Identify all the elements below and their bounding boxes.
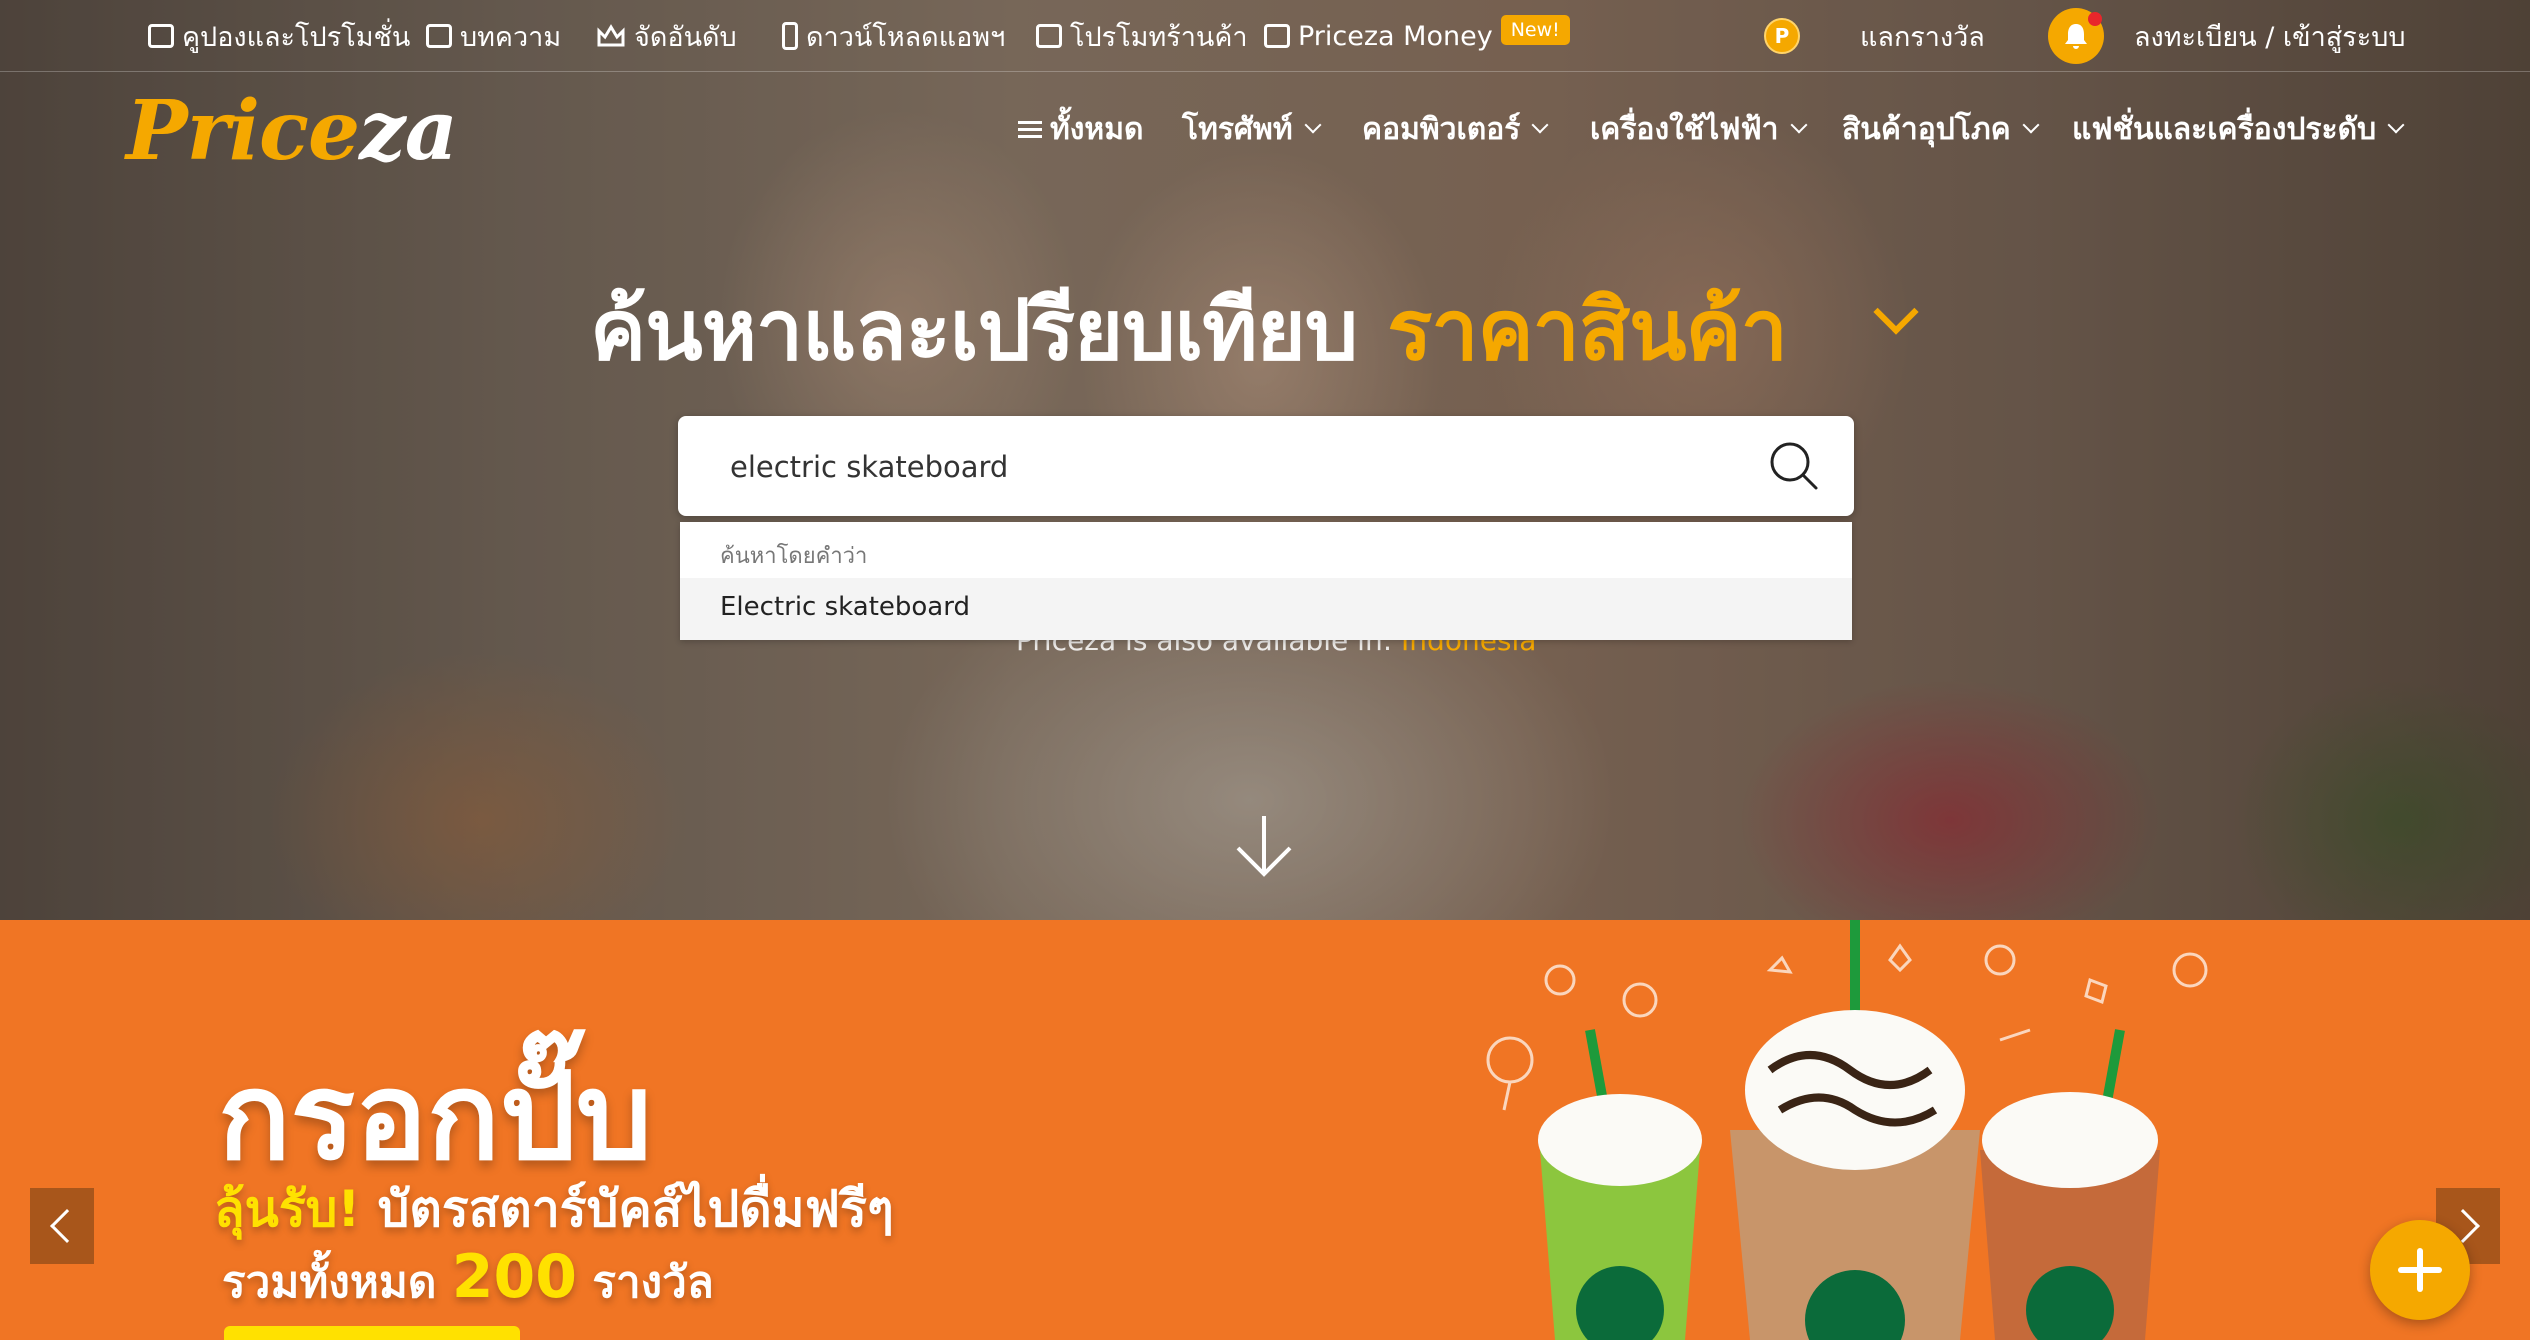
download-app-label: ดาวน์โหลดแอพฯ <box>806 21 1006 53</box>
nav-fashion-label: แฟชั่นและเครื่องประดับ <box>2072 111 2377 147</box>
logo-part2: za <box>359 83 458 179</box>
nav-all-label: ทั้งหมด <box>1050 111 1144 147</box>
coupon-icon <box>148 24 174 48</box>
new-badge: New! <box>1500 15 1570 45</box>
search-box <box>678 416 1854 516</box>
frappuccino-drinks-image <box>1486 920 2208 1340</box>
shop-promo-link[interactable]: โปรโมทร้านค้า <box>1036 0 1248 72</box>
nav-phone[interactable]: โทรศัพท์ <box>1182 104 1322 154</box>
top-bar: คูปองและโปรโมชั่น บทความ จัดอันดับ ดาวน์… <box>0 0 2530 72</box>
shop-promo-label: โปรโมทร้านค้า <box>1070 21 1248 53</box>
nav-phone-label: โทรศัพท์ <box>1182 111 1293 147</box>
hero-headline: ค้นหาและเปรียบเทียบ ราคาสินค้า <box>590 262 1788 396</box>
priceza-logo[interactable]: Priceza <box>126 90 458 172</box>
headline-highlight[interactable]: ราคาสินค้า <box>1387 281 1788 379</box>
phone-icon <box>782 22 798 50</box>
nav-consumer-label: สินค้าอุปโภค <box>1842 111 2011 147</box>
nav-appliances[interactable]: เครื่องใช้ไฟฟ้า <box>1590 104 1808 154</box>
banner-line2: ลุ้นรับ! บัตรสตาร์บัคส์ไปดื่มฟรีๆ <box>214 1170 894 1249</box>
coupons-link[interactable]: คูปองและโปรโมชั่น <box>148 0 410 72</box>
logo-part1: Price <box>126 83 360 179</box>
nav-appliances-label: เครื่องใช้ไฟฟ้า <box>1590 111 1779 147</box>
rewards-link[interactable]: แลกรางวัล <box>1860 0 1985 72</box>
shop-icon <box>1036 24 1062 48</box>
search-icon[interactable] <box>1766 438 1822 494</box>
nav-fashion[interactable]: แฟชั่นและเครื่องประดับ <box>2072 104 2405 154</box>
download-app-link[interactable]: ดาวน์โหลดแอพฯ <box>782 0 1005 72</box>
arrow-down-icon[interactable] <box>1232 812 1296 882</box>
wallet-icon <box>1264 24 1290 48</box>
nav-computer-label: คอมพิวเตอร์ <box>1362 111 1521 147</box>
banner-line2-highlight: ลุ้นรับ! <box>214 1180 361 1238</box>
headline-text: ค้นหาและเปรียบเทียบ <box>590 281 1358 379</box>
suggestion-text: Electric skateboard <box>720 592 970 622</box>
banner-line3-pre: รวมทั้งหมด <box>222 1257 437 1308</box>
banner-line3: รวมทั้งหมด 200 รางวัล <box>222 1242 714 1317</box>
priceza-money-label: Priceza Money <box>1298 20 1493 52</box>
search-suggestions-dropdown: ค้นหาโดยคำว่า Electric skateboard <box>680 522 1852 640</box>
suggestion-item[interactable]: Electric skateboard <box>680 578 1852 640</box>
points-coin-icon[interactable]: P <box>1764 18 1800 54</box>
article-icon <box>426 24 452 48</box>
banner-line3-number: 200 <box>451 1242 577 1312</box>
rewards-label: แลกรางวัล <box>1860 21 1985 53</box>
floating-add-button[interactable] <box>2370 1220 2470 1320</box>
plus-icon <box>2398 1248 2442 1292</box>
articles-link[interactable]: บทความ <box>426 0 561 72</box>
promo-banner[interactable]: กรอกปั๊บ ลุ้นรับ! บัตรสตาร์บัคส์ไปดื่มฟร… <box>0 920 2530 1340</box>
chevron-down-icon <box>1531 116 1549 134</box>
nav-all[interactable]: ทั้งหมด <box>1018 104 1143 154</box>
banner-line2-rest: บัตรสตาร์บัคส์ไปดื่มฟรีๆ <box>377 1180 894 1238</box>
priceza-money-link[interactable]: Priceza Money New! <box>1264 0 1570 72</box>
notification-dot <box>2088 12 2102 26</box>
login-label: ลงทะเบียน / เข้าสู่ระบบ <box>2134 21 2406 53</box>
chevron-down-icon <box>1790 116 1808 134</box>
nav-consumer[interactable]: สินค้าอุปโภค <box>1842 104 2040 154</box>
banner-line3-post: รางวัล <box>592 1257 714 1308</box>
suggest-header: ค้นหาโดยคำว่า <box>720 544 868 569</box>
nav-computer[interactable]: คอมพิวเตอร์ <box>1362 104 1549 154</box>
crown-icon <box>597 24 625 47</box>
chevron-down-icon <box>2022 116 2040 134</box>
login-link[interactable]: ลงทะเบียน / เข้าสู่ระบบ <box>2134 0 2406 72</box>
search-input[interactable] <box>730 442 1730 492</box>
chevron-down-icon <box>2387 116 2405 134</box>
ranking-link[interactable]: จัดอันดับ <box>596 0 737 72</box>
ranking-label: จัดอันดับ <box>634 21 737 53</box>
banner-cta-button[interactable] <box>224 1326 520 1340</box>
coin-letter: P <box>1774 24 1790 48</box>
coupons-label: คูปองและโปรโมชั่น <box>182 21 411 53</box>
hero-section: คูปองและโปรโมชั่น บทความ จัดอันดับ ดาวน์… <box>0 0 2530 920</box>
chevron-down-icon <box>1304 116 1322 134</box>
articles-label: บทความ <box>460 21 562 53</box>
menu-icon <box>1018 117 1042 142</box>
bell-glyph <box>2065 24 2087 49</box>
chevron-left-icon <box>50 1209 84 1243</box>
carousel-prev-button[interactable] <box>30 1188 94 1264</box>
bell-icon[interactable] <box>2048 8 2104 64</box>
